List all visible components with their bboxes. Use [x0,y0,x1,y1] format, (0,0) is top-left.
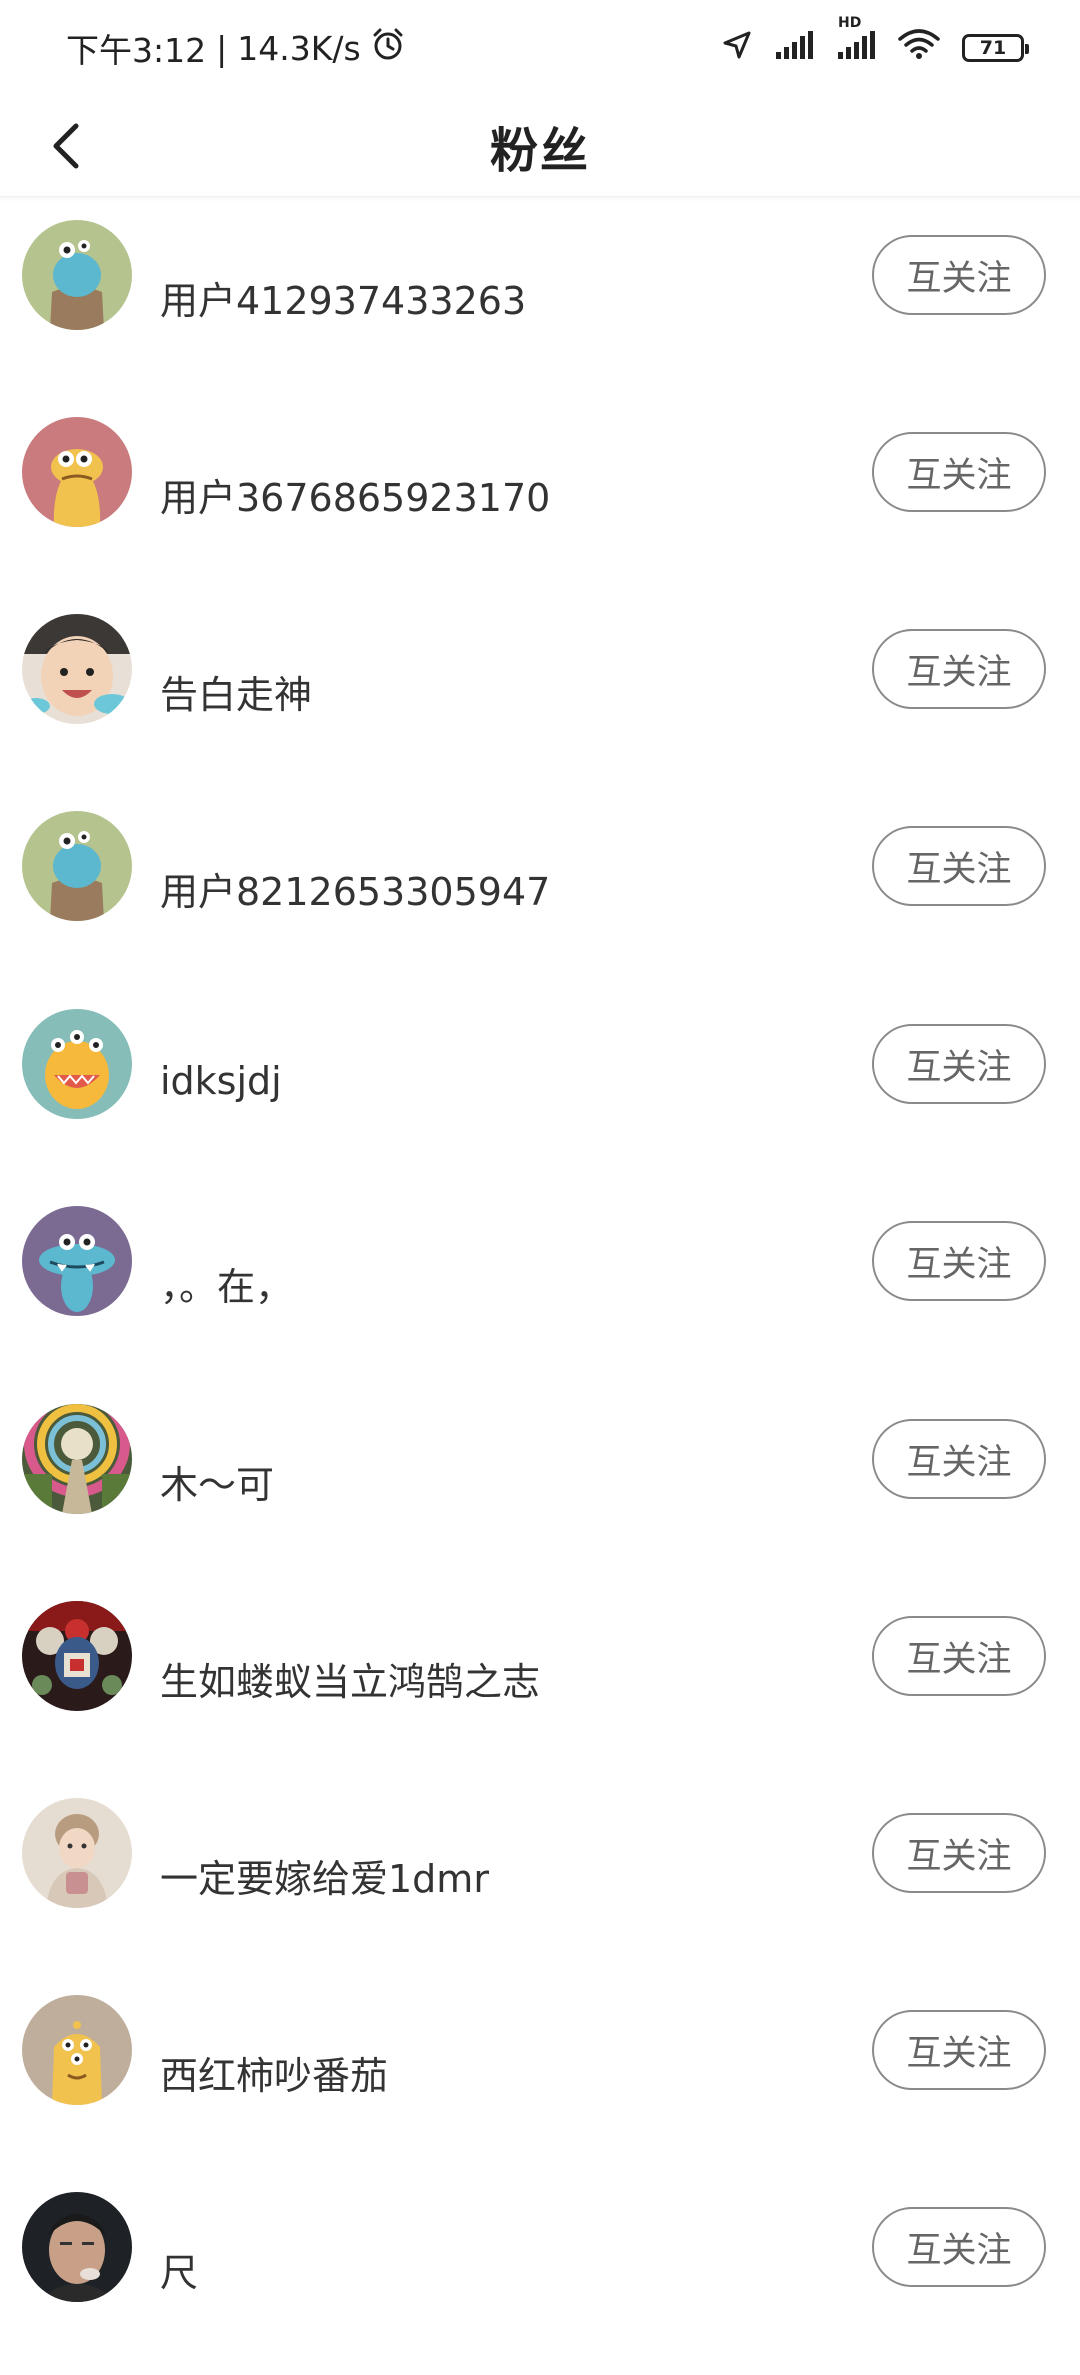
mutual-follow-button[interactable]: 互关注 [872,629,1046,709]
status-left: 下午3:12 | 14.3K/s [66,24,405,72]
chevron-left-icon [53,123,79,169]
status-separator: | [216,28,228,68]
avatar[interactable] [22,1798,132,1908]
fan-name: 西红柿吵番茄 [160,2054,389,2098]
status-right: HD 71 [722,15,1029,68]
fan-row[interactable]: idksjdj 互关注 [0,989,1080,1187]
avatar[interactable] [22,2192,132,2302]
hd-label: HD [838,14,862,31]
avatar[interactable] [22,1206,132,1316]
mutual-follow-button[interactable]: 互关注 [872,2010,1046,2090]
fan-row[interactable]: 一定要嫁给爱1dmr 互关注 [0,1781,1080,1979]
avatar[interactable] [22,614,132,724]
avatar[interactable] [22,1995,132,2105]
fan-row[interactable]: 用户412937433263 互关注 [0,197,1080,395]
alarm-icon [371,27,405,69]
avatar[interactable] [22,1404,132,1514]
fan-name: 尺 [160,2251,199,2295]
signal-hd-icon: HD [836,15,876,68]
page-title: 粉丝 [489,123,590,179]
fan-row[interactable]: 用户3676865923170 互关注 [0,395,1080,593]
fan-row[interactable]: 木～可 互关注 [0,1385,1080,1583]
mutual-follow-button[interactable]: 互关注 [872,2207,1046,2287]
mutual-follow-button[interactable]: 互关注 [872,1419,1046,1499]
fan-row[interactable]: ，。在， 互关注 [0,1187,1080,1385]
fan-row[interactable]: 用户8212653305947 互关注 [0,791,1080,989]
mutual-follow-button[interactable]: 互关注 [872,1813,1046,1893]
fan-row[interactable]: 生如蝼蚁当立鸿鹄之志 互关注 [0,1583,1080,1781]
fan-name: 用户3676865923170 [160,476,551,520]
avatar[interactable] [22,417,132,527]
mutual-follow-button[interactable]: 互关注 [872,1616,1046,1696]
mutual-follow-button[interactable]: 互关注 [872,1024,1046,1104]
fan-name: ，。在， [160,1265,294,1309]
fan-name: 用户8212653305947 [160,870,551,914]
location-icon [722,29,752,68]
mutual-follow-button[interactable]: 互关注 [872,826,1046,906]
fan-row[interactable]: 告白走神 互关注 [0,593,1080,791]
status-time: 下午3:12 [66,31,207,70]
fan-name: 生如蝼蚁当立鸿鹄之志 [160,1660,541,1704]
avatar[interactable] [22,220,132,330]
network-speed: 14.3K/s [237,28,361,68]
avatar[interactable] [22,1009,132,1119]
fan-row[interactable]: 西红柿吵番茄 互关注 [0,1979,1080,2177]
fan-name: idksjdj [160,1059,282,1103]
fan-name: 告白走神 [160,673,313,717]
signal-icon [774,29,814,68]
fans-list: 用户412937433263 互关注 用户3676865923170 互关注 告… [0,197,1080,2375]
fan-name: 一定要嫁给爱1dmr [160,1857,489,1901]
wifi-icon [898,28,940,68]
avatar[interactable] [22,811,132,921]
fan-name: 木～可 [160,1463,275,1507]
battery-level: 71 [979,37,1007,59]
fan-name: 用户412937433263 [160,279,527,323]
fan-row[interactable]: 尺 互关注 [0,2177,1080,2375]
back-button[interactable] [36,116,96,176]
battery-icon: 71 [962,34,1029,62]
nav-bar: 粉丝 [0,96,1080,197]
avatar[interactable] [22,1601,132,1711]
mutual-follow-button[interactable]: 互关注 [872,235,1046,315]
mutual-follow-button[interactable]: 互关注 [872,432,1046,512]
status-bar: 下午3:12 | 14.3K/s HD 71 [0,0,1080,96]
mutual-follow-button[interactable]: 互关注 [872,1221,1046,1301]
